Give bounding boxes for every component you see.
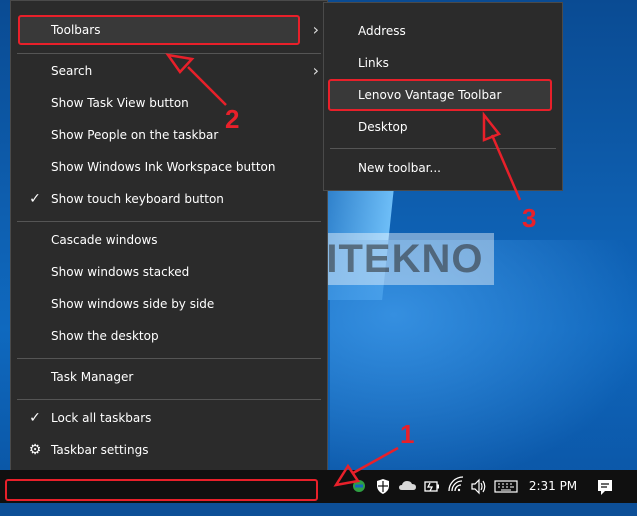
menu-item-show-task-view-button[interactable]: Show Task View button (11, 88, 327, 118)
menu-item-lock-all-taskbars[interactable]: ✓ Lock all taskbars (11, 403, 327, 433)
menu-item-label: Task Manager (51, 370, 134, 384)
menu-item-show-people[interactable]: Show People on the taskbar (11, 120, 327, 150)
menu-separator (17, 358, 321, 359)
menu-item-label: Lock all taskbars (51, 411, 152, 425)
menu-item-show-windows-ink[interactable]: Show Windows Ink Workspace button (11, 152, 327, 182)
menu-item-label: Show Windows Ink Workspace button (51, 160, 276, 174)
chevron-right-icon: › (312, 61, 319, 80)
menu-separator (330, 148, 556, 149)
menu-item-show-windows-side-by-side[interactable]: Show windows side by side (11, 289, 327, 319)
security-shield-icon[interactable] (375, 470, 391, 503)
checkmark-icon: ✓ (29, 191, 41, 207)
menu-item-label: Show People on the taskbar (51, 128, 219, 142)
menu-item-label: Taskbar settings (51, 443, 149, 457)
menu-item-label: Show Task View button (51, 96, 189, 110)
menu-item-search[interactable]: Search › (11, 56, 327, 86)
highlight-taskbar-empty-area (5, 479, 318, 501)
submenu-item-lenovo-vantage-toolbar[interactable]: Lenovo Vantage Toolbar (324, 80, 562, 110)
volume-icon[interactable] (470, 470, 488, 503)
wifi-icon[interactable] (447, 470, 465, 503)
menu-item-cascade-windows[interactable]: Cascade windows (11, 225, 327, 255)
annotation-number-2: 2 (225, 104, 240, 134)
menu-item-show-windows-stacked[interactable]: Show windows stacked (11, 257, 327, 287)
menu-item-taskbar-settings[interactable]: ⚙ Taskbar settings (11, 435, 327, 465)
submenu-item-desktop[interactable]: Desktop (324, 112, 562, 142)
menu-item-label: Toolbars (51, 23, 101, 37)
notification-icon[interactable] (596, 470, 614, 503)
menu-separator (17, 399, 321, 400)
onedrive-cloud-icon[interactable] (398, 470, 418, 503)
submenu-item-new-toolbar[interactable]: New toolbar... (324, 153, 562, 183)
submenu-item-label: New toolbar... (358, 161, 441, 175)
menu-item-show-touch-keyboard[interactable]: ✓ Show touch keyboard button (11, 184, 327, 214)
checkmark-icon: ✓ (29, 410, 41, 426)
annotation-number-1: 1 (400, 419, 415, 449)
submenu-item-links[interactable]: Links (324, 48, 562, 78)
toolbars-submenu: Address Links Lenovo Vantage Toolbar Des… (323, 2, 563, 191)
clock[interactable]: 2:31 PM (520, 470, 586, 503)
menu-item-show-the-desktop[interactable]: Show the desktop (11, 321, 327, 351)
menu-item-label: Show windows stacked (51, 265, 190, 279)
menu-item-label: Show windows side by side (51, 297, 215, 311)
submenu-item-label: Desktop (358, 120, 408, 134)
menu-item-label: Search (51, 64, 93, 78)
menu-item-task-manager[interactable]: Task Manager (11, 362, 327, 392)
taskbar-context-menu: Toolbars › Search › Show Task View butto… (10, 0, 328, 475)
chevron-right-icon: › (312, 20, 319, 39)
menu-item-toolbars[interactable]: Toolbars › (11, 15, 327, 45)
menu-separator (17, 53, 321, 54)
battery-icon[interactable] (423, 470, 441, 503)
submenu-item-address[interactable]: Address (324, 16, 562, 46)
gear-icon: ⚙ (28, 442, 42, 458)
submenu-item-label: Address (358, 24, 406, 38)
menu-item-label: Show touch keyboard button (51, 192, 224, 206)
annotation-number-3: 3 (522, 203, 537, 233)
submenu-item-label: Links (358, 56, 389, 70)
menu-separator (17, 221, 321, 222)
menu-item-label: Show the desktop (51, 329, 159, 343)
lenovo-vantage-icon[interactable] (350, 470, 368, 503)
keyboard-icon[interactable] (494, 470, 518, 503)
submenu-item-label: Lenovo Vantage Toolbar (358, 88, 502, 102)
menu-item-label: Cascade windows (51, 233, 158, 247)
